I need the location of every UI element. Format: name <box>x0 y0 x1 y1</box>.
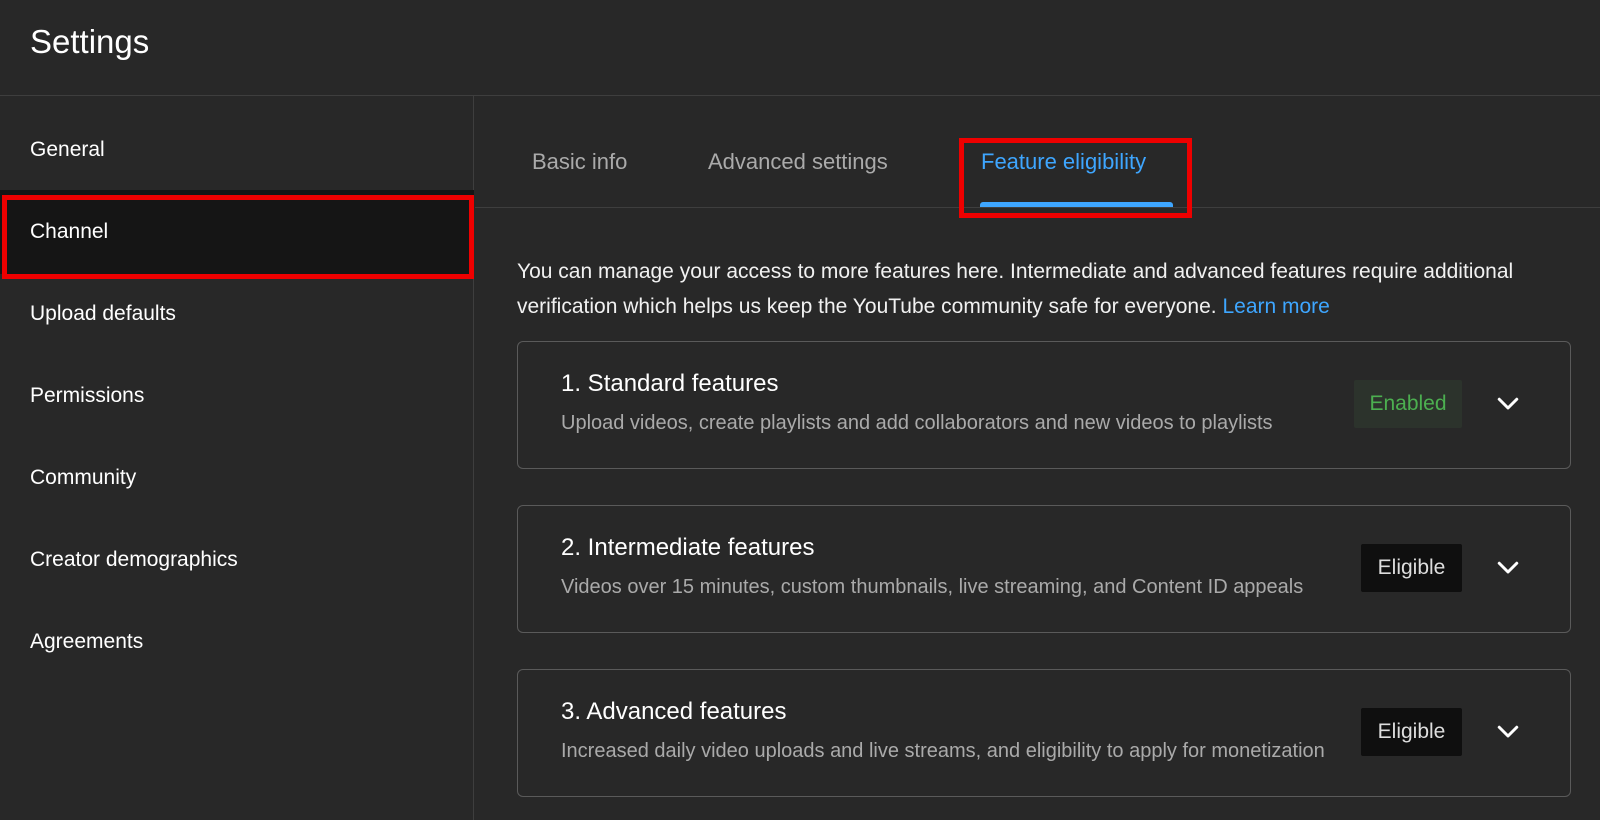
header: Settings <box>0 0 1600 96</box>
sidebar-item-creator-demographics[interactable]: Creator demographics <box>0 518 474 602</box>
sidebar: General Channel Upload defaults Permissi… <box>0 96 474 820</box>
tab-basic-info[interactable]: Basic info <box>532 148 627 176</box>
status-badge: Eligible <box>1361 708 1462 756</box>
sidebar-item-label: General <box>30 138 105 161</box>
feature-card-standard[interactable]: 1. Standard features Upload videos, crea… <box>517 341 1571 469</box>
sidebar-item-agreements[interactable]: Agreements <box>0 600 474 684</box>
feature-card-intermediate[interactable]: 2. Intermediate features Videos over 15 … <box>517 505 1571 633</box>
sidebar-item-label: Creator demographics <box>30 548 238 571</box>
tab-feature-eligibility[interactable]: Feature eligibility <box>981 148 1146 176</box>
intro-text: You can manage your access to more featu… <box>517 254 1517 324</box>
tab-bar: Basic info Advanced settings Feature eli… <box>475 96 1600 218</box>
sidebar-item-label: Permissions <box>30 384 145 407</box>
sidebar-item-general[interactable]: General <box>0 108 474 192</box>
active-tab-indicator <box>980 202 1173 207</box>
sidebar-item-label: Channel <box>30 220 109 243</box>
intro-description: You can manage your access to more featu… <box>517 260 1514 318</box>
feature-title: 2. Intermediate features <box>561 534 815 561</box>
feature-description: Increased daily video uploads and live s… <box>561 740 1325 762</box>
chevron-down-icon[interactable] <box>1493 388 1523 418</box>
sidebar-item-label: Upload defaults <box>30 302 176 325</box>
sidebar-item-upload-defaults[interactable]: Upload defaults <box>0 272 474 356</box>
status-badge: Eligible <box>1361 544 1462 592</box>
sidebar-item-community[interactable]: Community <box>0 436 474 520</box>
feature-card-advanced[interactable]: 3. Advanced features Increased daily vid… <box>517 669 1571 797</box>
feature-description: Videos over 15 minutes, custom thumbnail… <box>561 576 1304 598</box>
sidebar-item-label: Community <box>30 466 137 489</box>
page-title: Settings <box>30 23 150 60</box>
feature-title: 1. Standard features <box>561 370 779 397</box>
sidebar-item-label: Agreements <box>30 630 144 653</box>
sidebar-item-channel[interactable]: Channel <box>0 190 474 274</box>
status-badge: Enabled <box>1354 380 1462 428</box>
learn-more-link[interactable]: Learn more <box>1222 295 1329 318</box>
chevron-down-icon[interactable] <box>1493 552 1523 582</box>
tab-advanced-settings[interactable]: Advanced settings <box>708 148 888 176</box>
sidebar-item-permissions[interactable]: Permissions <box>0 354 474 438</box>
feature-title: 3. Advanced features <box>561 698 787 725</box>
feature-description: Upload videos, create playlists and add … <box>561 412 1273 434</box>
chevron-down-icon[interactable] <box>1493 716 1523 746</box>
main-content: Basic info Advanced settings Feature eli… <box>475 96 1600 820</box>
